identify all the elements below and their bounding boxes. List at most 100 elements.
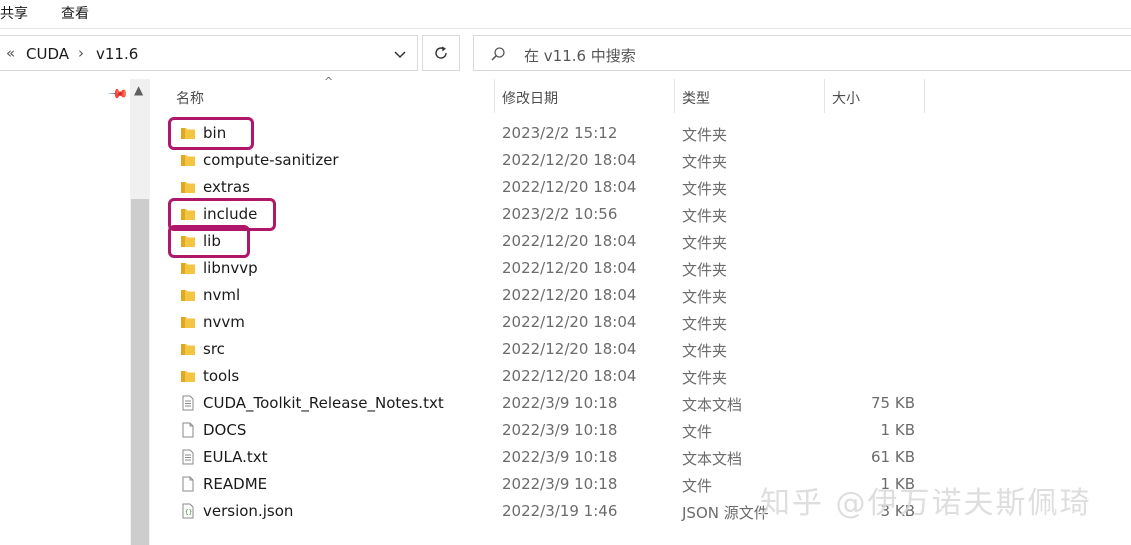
highlight-annotation xyxy=(168,225,250,258)
folder-icon xyxy=(181,371,195,382)
file-type: 文件夹 xyxy=(682,369,728,387)
file-name: src xyxy=(203,340,225,358)
file-row[interactable]: lib 2022/12/20 18:04 文件夹 xyxy=(170,228,930,255)
file-row[interactable]: CUDA_Toolkit_Release_Notes.txt 2022/3/9 1… xyxy=(170,390,930,417)
highlight-annotation xyxy=(168,117,254,150)
file-row[interactable]: nvvm 2022/12/20 18:04 文件夹 xyxy=(170,309,930,336)
chevron-down-icon[interactable] xyxy=(392,46,408,62)
overflow-icon[interactable]: « xyxy=(6,44,15,62)
file-name: tools xyxy=(203,367,240,385)
column-divider[interactable] xyxy=(924,79,925,113)
file-row[interactable]: bin 2023/2/2 15:12 文件夹 xyxy=(170,120,930,147)
file-name: extras xyxy=(203,178,250,196)
column-header-date-label: 修改日期 xyxy=(502,91,558,107)
file-date: 2022/12/20 18:04 xyxy=(502,259,637,277)
file-type: 文件夹 xyxy=(682,180,728,198)
tab-share[interactable]: 共享 xyxy=(0,3,28,23)
file-date: 2022/3/9 10:18 xyxy=(502,394,618,412)
file-icon xyxy=(182,422,194,438)
file-date: 2022/12/20 18:04 xyxy=(502,340,637,358)
column-header-name[interactable]: 名称 xyxy=(170,79,493,113)
file-name: version.json xyxy=(203,502,294,520)
file-type: JSON 源文件 xyxy=(682,504,769,522)
navigation-bar: « CUDA › v11.6 在 v11.6 中搜索 xyxy=(0,29,1131,79)
file-size: 1 KB xyxy=(880,421,915,439)
file-name: nvvm xyxy=(203,313,245,331)
file-date: 2022/3/9 10:18 xyxy=(502,475,618,493)
file-date: 2022/3/19 1:46 xyxy=(502,502,618,520)
pin-icon[interactable]: 📌 xyxy=(107,83,129,105)
scroll-up-icon[interactable]: ▲ xyxy=(134,83,143,97)
column-header-type[interactable]: 类型 xyxy=(675,79,823,113)
navigation-pane: 📌 ▲ xyxy=(0,79,150,545)
file-type: 文件夹 xyxy=(682,126,728,144)
file-type: 文件夹 xyxy=(682,288,728,306)
file-row[interactable]: EULA.txt 2022/3/9 10:18 文本文档 61 KB xyxy=(170,444,930,471)
breadcrumb-separator-icon[interactable]: › xyxy=(78,44,84,62)
file-size: 61 KB xyxy=(871,448,915,466)
file-type: 文本文档 xyxy=(682,396,743,414)
file-type: 文件夹 xyxy=(682,261,728,279)
file-date: 2023/2/2 15:12 xyxy=(502,124,618,142)
refresh-icon xyxy=(435,46,447,59)
column-header-name-label: 名称 xyxy=(176,91,204,107)
file-type: 文件夹 xyxy=(682,207,728,225)
column-header-size[interactable]: 大小 xyxy=(825,79,923,113)
file-row[interactable]: include 2023/2/2 10:56 文件夹 xyxy=(170,201,930,228)
file-name: nvml xyxy=(203,286,241,304)
folder-icon xyxy=(181,263,195,274)
file-type: 文件夹 xyxy=(682,234,728,252)
file-row[interactable]: libnvvp 2022/12/20 18:04 文件夹 xyxy=(170,255,930,282)
file-name: CUDA_Toolkit_Release_Notes.txt xyxy=(203,394,444,412)
file-type: 文件 xyxy=(682,477,713,495)
file-name: EULA.txt xyxy=(203,448,268,466)
column-header-date[interactable]: 修改日期 xyxy=(495,79,673,113)
file-date: 2022/3/9 10:18 xyxy=(502,421,618,439)
tab-view[interactable]: 查看 xyxy=(61,3,89,23)
file-size: 75 KB xyxy=(871,394,915,412)
file-date: 2022/3/9 10:18 xyxy=(502,448,618,466)
breadcrumb-v11-6[interactable]: v11.6 xyxy=(96,45,138,63)
file-type: 文件夹 xyxy=(682,315,728,333)
search-input[interactable]: 在 v11.6 中搜索 xyxy=(524,45,636,66)
file-date: 2022/12/20 18:04 xyxy=(502,367,637,385)
refresh-button[interactable] xyxy=(422,35,460,71)
text-file-icon xyxy=(182,395,194,411)
file-type: 文件夹 xyxy=(682,153,728,171)
file-row[interactable]: src 2022/12/20 18:04 文件夹 xyxy=(170,336,930,363)
navigation-scrollbar-thumb[interactable] xyxy=(131,199,149,545)
address-bar[interactable]: « CUDA › v11.6 xyxy=(0,35,418,71)
file-name: DOCS xyxy=(203,421,247,439)
file-row[interactable]: DOCS 2022/3/9 10:18 文件 1 KB xyxy=(170,417,930,444)
file-row[interactable]: compute-sanitizer 2022/12/20 18:04 文件夹 xyxy=(170,147,930,174)
json-file-icon: {} xyxy=(182,503,194,519)
watermark: 知乎 @伊万诺夫斯佩琦 xyxy=(760,486,1092,521)
file-name: libnvvp xyxy=(203,259,258,277)
file-type: 文件 xyxy=(682,423,713,441)
file-date: 2022/12/20 18:04 xyxy=(502,313,637,331)
folder-icon xyxy=(181,317,195,328)
svg-text:{}: {} xyxy=(185,509,192,516)
column-header-size-label: 大小 xyxy=(832,91,860,107)
breadcrumb-cuda[interactable]: CUDA xyxy=(26,45,69,63)
file-date: 2022/12/20 18:04 xyxy=(502,151,637,169)
file-date: 2022/12/20 18:04 xyxy=(502,286,637,304)
file-date: 2023/2/2 10:56 xyxy=(502,205,618,223)
file-row[interactable]: tools 2022/12/20 18:04 文件夹 xyxy=(170,363,930,390)
search-box[interactable]: 在 v11.6 中搜索 xyxy=(473,35,1131,71)
file-name: README xyxy=(203,475,268,493)
file-date: 2022/12/20 18:04 xyxy=(502,178,637,196)
file-type: 文件夹 xyxy=(682,342,728,360)
folder-icon xyxy=(181,182,195,193)
file-row[interactable]: extras 2022/12/20 18:04 文件夹 xyxy=(170,174,930,201)
file-row[interactable]: nvml 2022/12/20 18:04 文件夹 xyxy=(170,282,930,309)
file-icon xyxy=(182,476,194,492)
search-icon xyxy=(491,47,505,61)
folder-icon xyxy=(181,290,195,301)
column-header-type-label: 类型 xyxy=(682,91,710,107)
ribbon-tabs: 共享 查看 xyxy=(0,0,1131,28)
file-date: 2022/12/20 18:04 xyxy=(502,232,637,250)
folder-icon xyxy=(181,155,195,166)
text-file-icon xyxy=(182,449,194,465)
file-name: compute-sanitizer xyxy=(203,151,339,169)
